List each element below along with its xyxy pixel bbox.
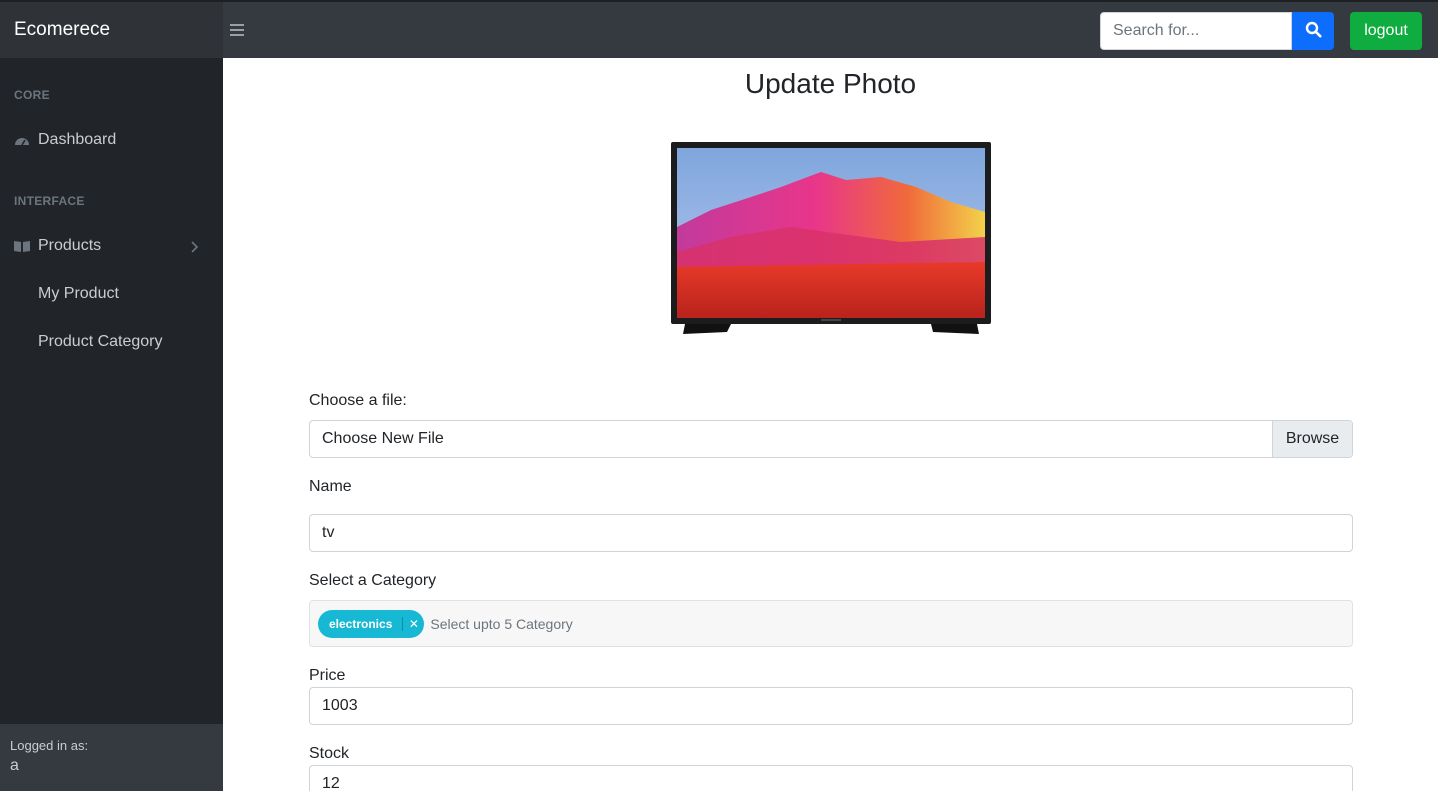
top-navbar: Ecomerece logout — [0, 0, 1438, 58]
category-tag-label: electronics — [329, 616, 393, 631]
search-button[interactable] — [1292, 12, 1334, 50]
logged-in-user: a — [10, 757, 19, 774]
file-picker[interactable]: Choose New File Browse — [309, 420, 1353, 458]
stock-input[interactable]: 12 — [309, 765, 1353, 791]
remove-tag-icon[interactable]: ✕ — [402, 616, 424, 631]
browse-button[interactable]: Browse — [1272, 421, 1352, 457]
logged-in-label: Logged in as: — [10, 738, 89, 753]
sidebar-item-dashboard[interactable]: Dashboard — [14, 128, 214, 152]
page-title: Update Photo — [744, 68, 917, 99]
sidebar-item-my-product[interactable]: My Product — [38, 285, 119, 303]
sidebar-heading-core: CORE — [14, 88, 50, 102]
name-label: Name — [309, 478, 352, 495]
sidebar-item-product-category[interactable]: Product Category — [38, 333, 163, 351]
price-label: Price — [309, 667, 346, 684]
category-placeholder[interactable]: Select upto 5 Category — [430, 616, 572, 632]
sidebar-item-products[interactable]: Products — [14, 234, 214, 258]
sidebar-heading-interface: INTERFACE — [14, 194, 85, 208]
logout-button[interactable]: logout — [1350, 12, 1422, 50]
sidebar: CORE Dashboard INTERFACE Products My Pro… — [0, 58, 223, 791]
file-label: Choose a file: — [309, 392, 407, 409]
book-open-icon — [14, 239, 30, 253]
product-photo — [671, 142, 991, 342]
sidebar-item-dashboard-label: Dashboard — [38, 131, 117, 148]
search-icon — [1305, 21, 1322, 41]
category-label: Select a Category — [309, 572, 437, 589]
main-content: Update Photo Choose a file: Choose New F… — [223, 58, 1438, 791]
brand-logo-text[interactable]: Ecomerece — [14, 2, 110, 58]
sidebar-toggle-icon[interactable] — [230, 21, 246, 39]
category-select[interactable]: electronics ✕ Select upto 5 Category — [309, 600, 1353, 647]
sidebar-footer: Logged in as: a — [0, 724, 223, 791]
sidebar-item-products-label: Products — [38, 237, 102, 254]
search-input[interactable] — [1100, 12, 1292, 50]
dashboard-gauge-icon — [14, 133, 30, 147]
chevron-right-icon — [190, 240, 199, 258]
name-input[interactable]: tv — [309, 514, 1353, 552]
price-input[interactable]: 1003 — [309, 687, 1353, 725]
category-tag: electronics ✕ — [318, 609, 425, 638]
stock-label: Stock — [309, 745, 350, 762]
file-picker-text[interactable]: Choose New File — [310, 421, 1272, 457]
